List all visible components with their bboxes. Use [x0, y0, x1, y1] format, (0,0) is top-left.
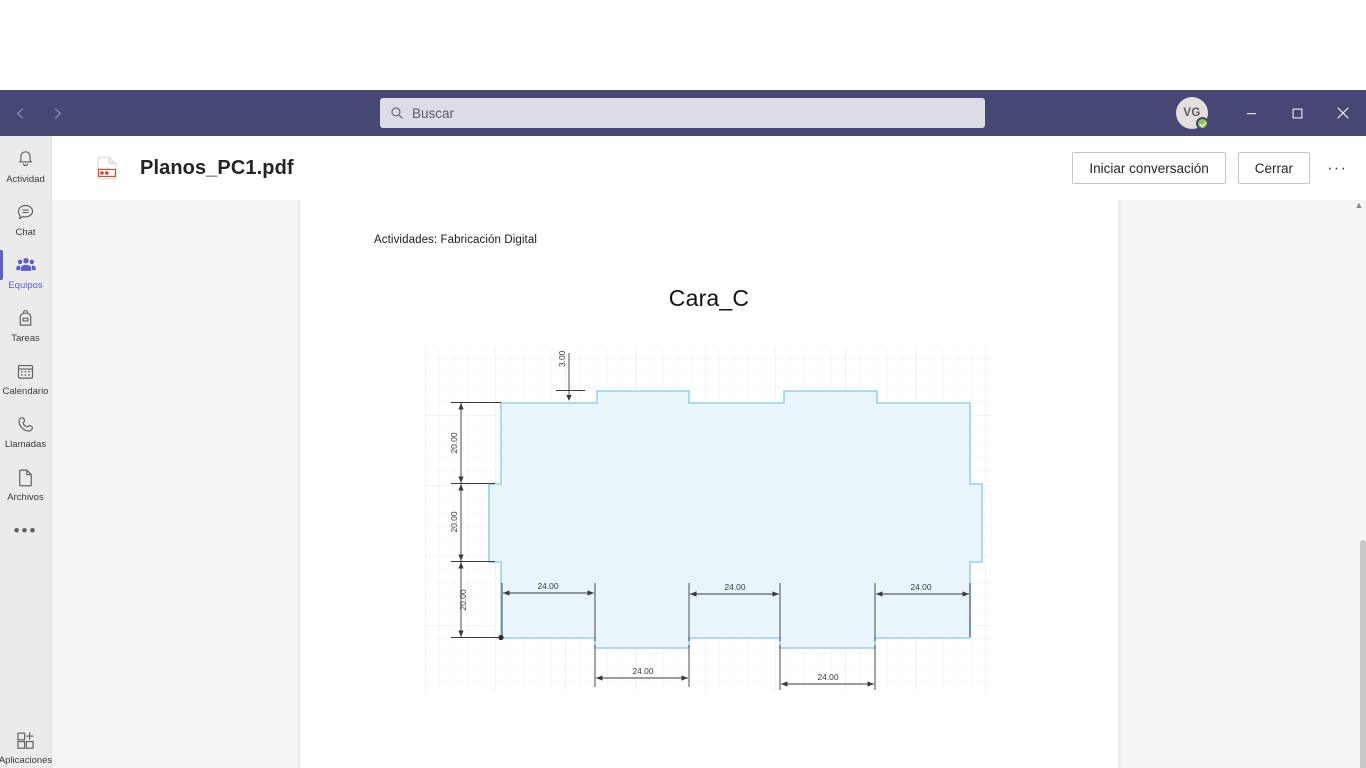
backpack-icon [15, 306, 36, 330]
minimize-icon [1246, 112, 1256, 114]
teams-window: VG Actividad [0, 0, 1366, 768]
navigation-arrows [8, 100, 70, 126]
bell-icon [15, 147, 36, 171]
cad-sketch: 3.00 20.00 20.00 20.00 24.00 24.00 24.00… [425, 347, 993, 691]
window-controls-group: VG [1176, 90, 1366, 136]
sidebar-more-button[interactable]: ••• [14, 507, 38, 541]
search-icon [390, 106, 404, 120]
close-button[interactable] [1320, 90, 1366, 136]
sketch-origin-point [498, 634, 504, 641]
viewer-scrollbar[interactable] [1360, 200, 1366, 768]
document-icon [15, 465, 36, 489]
apps-icon [15, 728, 36, 752]
technical-drawing: 3.00 20.00 20.00 20.00 24.00 24.00 24.00… [425, 345, 995, 695]
sidebar-item-actividad[interactable]: Actividad [0, 136, 52, 189]
maximize-icon [1292, 108, 1302, 118]
avatar[interactable]: VG [1176, 97, 1209, 130]
page-title: Planos_PC1.pdf [140, 156, 294, 179]
header-actions: Iniciar conversación Cerrar ··· [1072, 152, 1352, 184]
viewer-scrollbar-thumb[interactable] [1360, 540, 1366, 768]
dimension-label: 20.00 [458, 589, 468, 610]
part-outline [488, 390, 983, 649]
sidebar-item-chat[interactable]: Chat [0, 189, 52, 242]
chat-icon [15, 200, 36, 224]
search-input[interactable] [412, 105, 975, 121]
window-top-blank-area [0, 0, 1366, 90]
dimension-label: 20.00 [449, 432, 459, 453]
sidebar-item-tareas[interactable]: Tareas [0, 295, 52, 348]
pdf-page: Actividades: Fabricación Digital Cara_C [300, 200, 1118, 768]
file-header-bar: Planos_PC1.pdf Iniciar conversación Cerr… [52, 136, 1366, 200]
people-icon [15, 253, 37, 277]
search-bar[interactable] [380, 98, 985, 128]
phone-icon [15, 412, 36, 436]
close-icon [1337, 107, 1349, 119]
dimension-label: 24.00 [633, 666, 654, 676]
dimension-label: 3.00 [557, 350, 567, 367]
back-button[interactable] [8, 100, 33, 126]
sidebar-item-archivos[interactable]: Archivos [0, 454, 52, 507]
sidebar-item-label: Calendario [2, 386, 49, 397]
pdf-viewer[interactable]: Actividades: Fabricación Digital Cara_C [52, 200, 1360, 768]
sidebar-item-aplicaciones[interactable]: Aplicaciones [0, 717, 52, 768]
sidebar-item-label: Chat [15, 227, 36, 238]
dimension-label: 20.00 [449, 511, 459, 532]
minimize-button[interactable] [1228, 90, 1274, 136]
sidebar-item-label: Aplicaciones [0, 755, 53, 766]
sidebar-item-label: Equipos [8, 280, 43, 291]
sidebar-item-calendario[interactable]: Calendario [0, 348, 52, 401]
dimension-label: 24.00 [538, 581, 559, 591]
sidebar-item-label: Actividad [6, 174, 45, 185]
dimension-label: 24.00 [911, 582, 932, 592]
close-file-button[interactable]: Cerrar [1237, 152, 1310, 184]
sidebar-item-equipos[interactable]: Equipos [0, 242, 52, 295]
maximize-button[interactable] [1274, 90, 1320, 136]
forward-button[interactable] [45, 100, 70, 126]
more-options-button[interactable]: ··· [1322, 152, 1352, 184]
dimension-label: 24.00 [818, 672, 839, 682]
presence-available-icon [1196, 117, 1209, 130]
pdf-file-icon [96, 156, 118, 180]
sidebar-item-llamadas[interactable]: Llamadas [0, 401, 52, 454]
scroll-up-arrow-icon[interactable]: ▲ [1354, 200, 1364, 210]
chevron-right-icon [54, 108, 61, 118]
document-title: Cara_C [668, 285, 750, 311]
dimension-label: 24.00 [725, 582, 746, 592]
sidebar-item-label: Tareas [11, 333, 40, 344]
sidebar-item-label: Archivos [7, 492, 44, 503]
start-conversation-button[interactable]: Iniciar conversación [1072, 152, 1226, 184]
document-subtitle: Actividades: Fabricación Digital [374, 234, 537, 246]
chevron-left-icon [17, 108, 24, 118]
sidebar-item-label: Llamadas [4, 439, 47, 450]
app-sidebar: Actividad Chat Equipos Tareas Calendario… [0, 136, 52, 768]
calendar-icon [15, 359, 36, 383]
